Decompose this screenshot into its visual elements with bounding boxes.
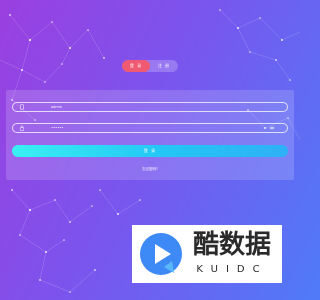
password-field[interactable]: •••••• [12, 123, 288, 133]
lock-icon [19, 125, 25, 131]
watermark-name: 酷数据 [192, 230, 271, 260]
watermark-sub: KUIDC [196, 264, 268, 275]
forgot-password-link[interactable]: 忘记密码? [6, 167, 294, 172]
username-field[interactable]: admin [12, 102, 288, 112]
tab-login[interactable]: 登 录 [122, 60, 150, 72]
auth-tabs: 登 录 注 册 [122, 60, 178, 72]
username-value: admin [51, 105, 62, 109]
tab-register[interactable]: 注 册 [150, 60, 178, 72]
play-logo-icon [140, 233, 182, 275]
eye-icon[interactable] [269, 125, 275, 131]
phone-icon [20, 104, 24, 110]
watermark-logo: 酷数据 KUIDC [132, 225, 282, 283]
login-panel: admin •••••• 登 录 忘记密码? [6, 90, 294, 180]
password-value: •••••• [51, 126, 64, 130]
login-button[interactable]: 登 录 [12, 145, 288, 157]
